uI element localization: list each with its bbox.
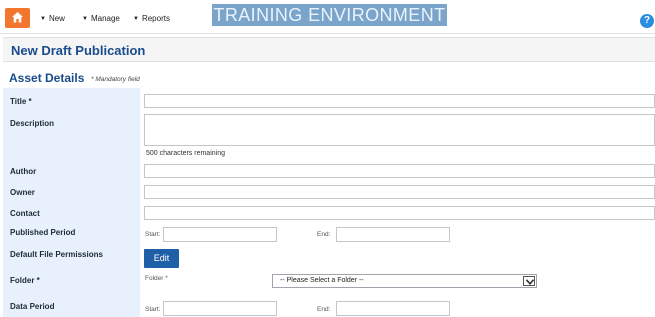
menu-reports-label: Reports [141,14,170,23]
data-start-label: Start: [145,306,161,313]
folder-select[interactable]: -- Please Select a Folder -- [272,274,537,288]
dropdown-triangle-icon: ▼ [133,16,139,22]
dropdown-triangle-icon: ▼ [82,16,88,22]
published-period-label: Published Period [10,228,76,237]
folder-label: Folder * [10,276,40,285]
folder-inline-label: Folder * [145,275,168,282]
help-icon[interactable]: ? [640,14,654,28]
data-start-input[interactable] [163,301,277,316]
home-icon [12,12,23,23]
page-title-band: New Draft Publication [3,37,655,62]
folder-select-value: -- Please Select a Folder -- [280,277,364,284]
environment-banner: TRAINING ENVIRONMENT [212,4,447,26]
mandatory-field-note: * Mandatory field [91,76,140,83]
data-end-input[interactable] [336,301,450,316]
author-input[interactable] [144,164,655,178]
title-label: Title * [10,97,32,106]
published-start-label: Start: [145,231,161,238]
default-file-permissions-label: Default File Permissions [10,250,103,259]
top-nav-bar: ▼ New ▼ Manage ▼ Reports TRAINING ENVIRONME… [0,0,655,34]
published-end-input[interactable] [336,227,450,242]
edit-permissions-button[interactable]: Edit [144,249,179,268]
menu-new[interactable]: ▼ New [40,14,65,23]
page-title: New Draft Publication [11,43,146,58]
folder-select-arrow[interactable] [523,276,535,286]
description-character-counter: 500 characters remaining [146,150,225,157]
menu-reports[interactable]: ▼ Reports [133,14,170,23]
section-header: Asset Details * Mandatory field [3,66,655,88]
owner-label: Owner [10,188,35,197]
menu-new-label: New [48,14,65,23]
dropdown-triangle-icon: ▼ [40,16,46,22]
owner-input[interactable] [144,185,655,199]
menu-manage[interactable]: ▼ Manage [82,14,120,23]
data-period-label: Data Period [10,302,55,311]
description-label: Description [10,119,55,128]
description-textarea[interactable] [144,114,655,146]
published-start-input[interactable] [163,227,277,242]
title-input[interactable] [144,94,655,108]
chevron-down-icon [526,279,534,285]
contact-input[interactable] [144,206,655,220]
published-end-label: End: [317,231,331,238]
contact-label: Contact [10,209,40,218]
section-title: Asset Details [9,71,85,85]
author-label: Author [10,167,37,176]
menu-manage-label: Manage [90,14,120,23]
home-button[interactable] [5,8,30,28]
data-end-label: End: [317,306,331,313]
